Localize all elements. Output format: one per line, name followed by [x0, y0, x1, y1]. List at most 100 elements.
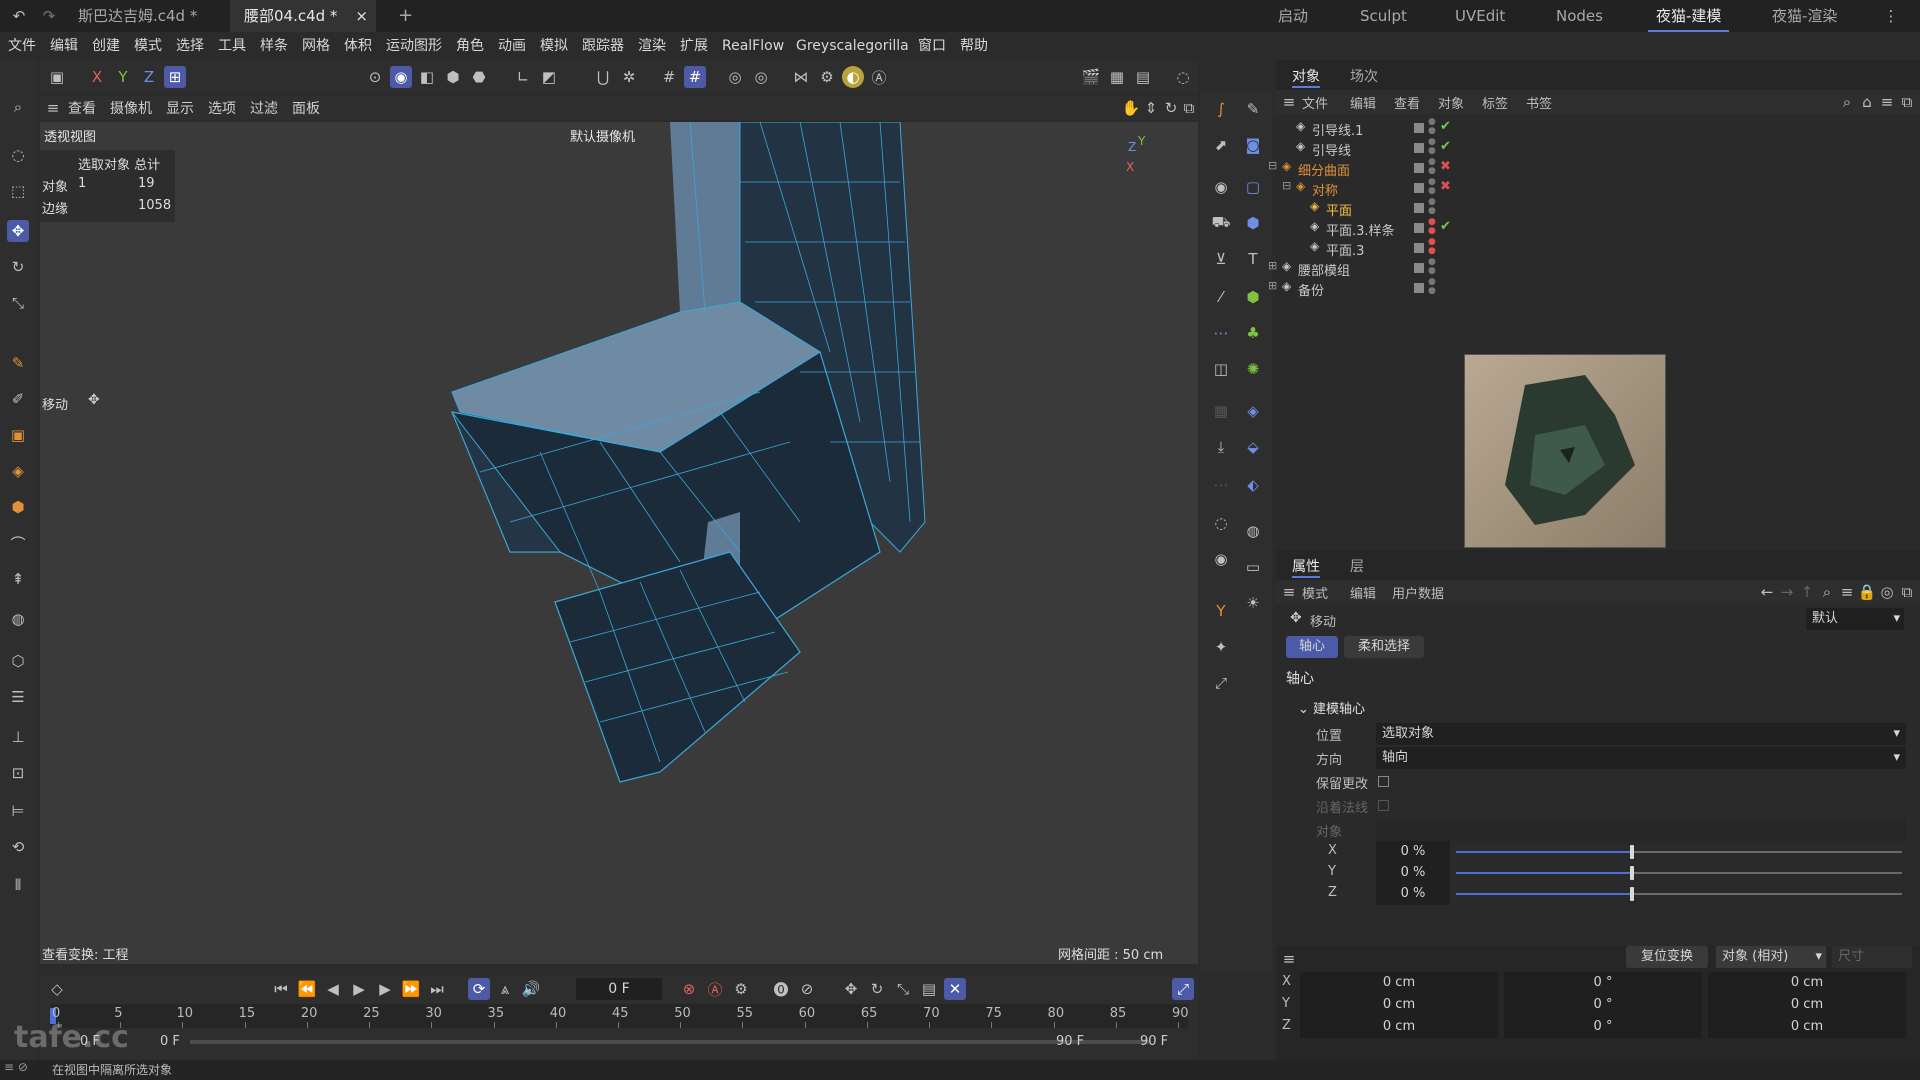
expand-toggle-icon[interactable]: ⊟ — [1282, 179, 1291, 192]
grid-icon[interactable]: ▦ — [1210, 400, 1232, 422]
timeline-expand-icon[interactable]: ⤢ — [1172, 978, 1194, 1000]
tab-soft-selection[interactable]: 柔和选择 — [1344, 636, 1424, 658]
rotate-tool-icon[interactable]: ↻ — [7, 256, 29, 278]
viewport-menu-panel[interactable]: 面板 — [292, 98, 320, 118]
object-name[interactable]: 细分曲面 — [1298, 160, 1350, 179]
cube-icon[interactable]: ◈ — [7, 460, 29, 482]
filter-icon[interactable]: ≡ — [1836, 581, 1858, 603]
spline-pen-icon[interactable]: ∫ — [1210, 98, 1232, 120]
text-icon[interactable]: T — [1242, 248, 1264, 270]
make-editable-icon[interactable]: ▣ — [7, 424, 29, 446]
workspace-nodes[interactable]: Nodes — [1556, 0, 1603, 32]
polygon-object-icon[interactable]: ⬢ — [7, 496, 29, 518]
object-name[interactable]: 平面.3.样条 — [1326, 220, 1395, 239]
render-settings-icon[interactable]: ◎ — [750, 66, 772, 88]
cloner-icon[interactable]: ♣ — [1242, 322, 1264, 344]
snap-settings-icon[interactable]: ✲ — [618, 66, 640, 88]
attr-menu-edit[interactable]: 编辑 — [1350, 583, 1376, 602]
range-slider[interactable] — [190, 1040, 1150, 1044]
brush-icon[interactable]: ⁄ — [1210, 286, 1232, 308]
move-tool-icon[interactable]: ✥ — [7, 220, 29, 242]
search-icon[interactable]: ⌕ — [1816, 581, 1838, 603]
model-mode-icon[interactable]: ⬢ — [442, 66, 464, 88]
position-dropdown[interactable]: 选取对象 ▾ — [1376, 723, 1906, 745]
visibility-dots-icon[interactable]: ● ● — [1428, 198, 1436, 216]
go-to-end-icon[interactable]: ⏭ — [426, 978, 448, 1000]
disabled-cross-icon[interactable]: ✖ — [1440, 159, 1451, 174]
direction-dropdown[interactable]: 轴向 ▾ — [1376, 747, 1906, 769]
reset-transform-button[interactable]: 复位变换 — [1626, 946, 1708, 968]
object-name[interactable]: 引导线 — [1312, 140, 1351, 159]
magnet-icon[interactable]: ⋃ — [592, 66, 614, 88]
key-position-icon[interactable]: ✥ — [840, 978, 862, 1000]
symmetry-split-icon[interactable]: ◫ — [1210, 358, 1232, 380]
go-to-start-icon[interactable]: ⏮ — [270, 978, 292, 1000]
menu-volume[interactable]: 体积 — [344, 32, 372, 60]
menu-mesh[interactable]: 网格 — [302, 32, 330, 60]
menu-spline[interactable]: 样条 — [260, 32, 288, 60]
up-arrow-icon[interactable]: ↑ — [1796, 581, 1818, 603]
expand-toggle-icon[interactable]: ⊞ — [1268, 259, 1277, 272]
object-link-field[interactable] — [1376, 819, 1906, 841]
loop-cut-icon[interactable]: ☰ — [7, 686, 29, 708]
workplane-icon[interactable]: # — [684, 66, 706, 88]
object-row[interactable]: ◈ 平面.3.样条 ● ● ✔ — [1276, 218, 1696, 240]
end-frame-field[interactable]: 90 F — [1140, 1034, 1168, 1049]
home-icon[interactable]: ⌂ — [1856, 91, 1878, 113]
object-row[interactable]: ⊟ ◈ 对称 ● ● ✖ — [1276, 178, 1696, 200]
hamburger-icon[interactable]: ≡ — [1278, 91, 1300, 113]
array-icon[interactable]: ⊻ — [1210, 248, 1232, 270]
box-selection-icon[interactable]: ⬚ — [7, 180, 29, 202]
uv-mode-icon[interactable]: ∟ — [512, 66, 534, 88]
coord-size-field[interactable]: 0 cm — [1708, 994, 1906, 1016]
redo-icon[interactable]: ↷ — [38, 5, 60, 27]
current-frame-field[interactable]: 0 F — [576, 978, 662, 1000]
select-icon[interactable]: ⬈ — [1210, 134, 1232, 156]
slider-knob[interactable] — [1629, 866, 1634, 880]
om-menu-tags[interactable]: 标签 — [1482, 93, 1508, 112]
keep-changes-checkbox[interactable] — [1378, 776, 1389, 787]
knife-tool-icon[interactable]: ✎ — [7, 352, 29, 374]
cube-primitive-icon[interactable]: ⬢ — [1242, 212, 1264, 234]
solo-icon[interactable]: ◩ — [538, 66, 560, 88]
visibility-dots-icon[interactable]: ● ● — [1428, 118, 1436, 136]
keyframe-diamond-icon[interactable]: ◇ — [46, 978, 68, 1000]
camera-label[interactable]: 默认摄像机 — [570, 126, 635, 145]
attr-menu-userdata[interactable]: 用户数据 — [1392, 583, 1444, 602]
om-menu-bookmarks[interactable]: 书签 — [1526, 93, 1552, 112]
extrude-icon[interactable]: ⇞ — [7, 568, 29, 590]
om-menu-edit[interactable]: 编辑 — [1350, 93, 1376, 112]
workspace-sculpt[interactable]: Sculpt — [1360, 0, 1407, 32]
polygons-mode-icon[interactable]: ◧ — [416, 66, 438, 88]
search-icon[interactable]: ⌕ — [7, 96, 29, 118]
layer-color-swatch[interactable] — [1414, 143, 1424, 153]
object-mode-icon[interactable]: ⬣ — [468, 66, 490, 88]
group-header[interactable]: ⌄ 建模轴心 — [1298, 698, 1365, 717]
enabled-check-icon[interactable]: ✔ — [1440, 219, 1451, 234]
search-icon[interactable]: ⌕ — [1836, 91, 1858, 113]
plane-icon[interactable]: ▢ — [1242, 176, 1264, 198]
menu-window[interactable]: 窗口 — [918, 32, 946, 60]
close-tab-icon[interactable]: × — [355, 0, 368, 32]
enabled-check-icon[interactable]: ✔ — [1440, 139, 1451, 154]
object-row[interactable]: ◈ 引导线.1 ● ● ✔ — [1276, 118, 1696, 140]
y-axis-toggle[interactable]: Y — [112, 66, 134, 88]
object-name[interactable]: 对称 — [1312, 180, 1338, 199]
menu-mograph[interactable]: 运动图形 — [386, 32, 442, 60]
expand-toggle-icon[interactable]: ⊟ — [1268, 159, 1277, 172]
connect-icon[interactable]: Y — [1210, 600, 1232, 622]
points-mode-icon[interactable]: ⊙ — [364, 66, 386, 88]
effector-icon[interactable]: ✺ — [1242, 358, 1264, 380]
coord-size-field[interactable]: 0 cm — [1708, 1016, 1906, 1038]
hamburger-icon[interactable]: ≡ — [1278, 948, 1300, 970]
key-rotation-icon[interactable]: ↻ — [866, 978, 888, 1000]
om-menu-object[interactable]: 对象 — [1438, 93, 1464, 112]
layer-color-swatch[interactable] — [1414, 163, 1424, 173]
play-icon[interactable]: ▶ — [348, 978, 370, 1000]
prev-key-icon[interactable]: ⏪ — [296, 978, 318, 1000]
object-name[interactable]: 平面.3 — [1326, 240, 1364, 259]
object-name[interactable]: 引导线.1 — [1312, 120, 1363, 139]
render-queue-icon[interactable]: ▤ — [1132, 66, 1154, 88]
visibility-dots-icon[interactable]: ● ● — [1428, 178, 1436, 196]
preview-end-field[interactable]: 90 F — [1056, 1034, 1084, 1049]
